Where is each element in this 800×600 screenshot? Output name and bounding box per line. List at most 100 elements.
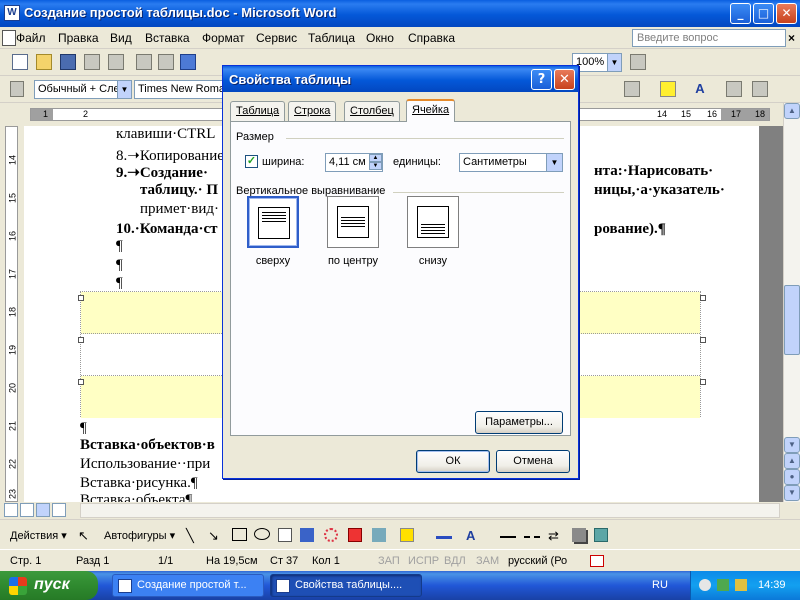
picture-icon[interactable]: [372, 528, 386, 542]
help-icon[interactable]: [630, 54, 646, 70]
cell-handle[interactable]: [700, 379, 706, 385]
arrow-icon[interactable]: ↘: [208, 528, 219, 544]
width-spinner[interactable]: ▲ ▼: [369, 154, 382, 171]
font-color-icon[interactable]: A: [466, 528, 475, 543]
menu-edit[interactable]: Правка: [58, 31, 99, 45]
vertical-scrollbar[interactable]: ▲ ▼ ▲ ● ▼: [783, 103, 800, 502]
highlight-icon[interactable]: [660, 81, 676, 97]
save-icon[interactable]: [60, 54, 76, 70]
rectangle-icon[interactable]: [232, 528, 247, 541]
status-extend[interactable]: ВДЛ: [444, 555, 466, 567]
parameters-button[interactable]: Параметры...: [475, 411, 563, 434]
open-folder-icon[interactable]: [36, 54, 52, 70]
print-preview-icon[interactable]: [158, 54, 174, 70]
word-app-icon[interactable]: W: [4, 5, 20, 21]
fill-color-icon[interactable]: [400, 528, 414, 542]
font-select[interactable]: Times New Roman: [134, 80, 224, 99]
tab-row[interactable]: Строка: [288, 101, 337, 121]
chevron-down-icon[interactable]: ▼: [607, 54, 621, 71]
vertical-ruler[interactable]: 14 15 16 17 18 19 20 21 22 23: [0, 126, 24, 502]
spin-down-icon[interactable]: ▼: [369, 162, 382, 170]
clipart-icon[interactable]: [348, 528, 362, 542]
3d-style-icon[interactable]: [594, 528, 608, 542]
outline-view-icon[interactable]: [52, 503, 66, 517]
chevron-down-icon[interactable]: ▼: [546, 154, 562, 171]
new-document-icon[interactable]: [12, 54, 28, 70]
taskbar-table-properties[interactable]: Свойства таблицы....: [270, 574, 422, 597]
cell-handle[interactable]: [78, 337, 84, 343]
volume-icon[interactable]: [735, 579, 747, 591]
tab-table[interactable]: Таблица: [230, 101, 286, 121]
spelling-icon[interactable]: [180, 54, 196, 70]
menu-insert[interactable]: Вставка: [145, 31, 190, 45]
chevron-down-icon[interactable]: ▼: [117, 81, 131, 98]
cell-handle[interactable]: [78, 295, 84, 301]
spelling-status-icon[interactable]: [590, 555, 604, 567]
superscript-icon[interactable]: [726, 81, 742, 97]
tab-cell[interactable]: Ячейка: [406, 99, 456, 122]
input-language[interactable]: RU: [652, 579, 668, 591]
menu-file[interactable]: Файл: [16, 31, 46, 45]
menu-format[interactable]: Формат: [202, 31, 245, 45]
previous-page-icon[interactable]: ▲: [784, 453, 800, 469]
style-select[interactable]: Обычный + Сле ▼: [34, 80, 132, 99]
width-checkbox[interactable]: ✓: [245, 155, 258, 168]
draw-actions-button[interactable]: Действия ▾: [10, 529, 67, 542]
textbox-icon[interactable]: [278, 528, 292, 542]
select-browse-object-icon[interactable]: ●: [784, 469, 800, 485]
email-icon[interactable]: [108, 54, 124, 70]
horizontal-scrollbar[interactable]: [80, 503, 780, 518]
word-titlebar[interactable]: W Создание простой таблицы.doc - Microso…: [0, 0, 800, 27]
diagram-icon[interactable]: [324, 528, 338, 542]
menu-tools[interactable]: Сервис: [256, 31, 297, 45]
arrow-style-icon[interactable]: ⇄: [548, 528, 559, 544]
line-icon[interactable]: ╲: [186, 528, 194, 544]
scroll-down-icon[interactable]: ▼: [784, 437, 800, 453]
status-track-changes[interactable]: ИСПР: [408, 555, 439, 567]
table-properties-dialog[interactable]: Свойства таблицы ? ✕ Таблица Строка Стол…: [222, 65, 579, 479]
font-color-icon[interactable]: A: [692, 81, 708, 97]
subscript-icon[interactable]: [752, 81, 768, 97]
dash-style-icon[interactable]: [524, 536, 540, 538]
valign-bottom-option[interactable]: [407, 196, 459, 248]
normal-view-icon[interactable]: [4, 503, 18, 517]
help-button[interactable]: ?: [531, 69, 552, 90]
units-select[interactable]: Сантиметры ▼: [459, 153, 563, 172]
tab-column[interactable]: Столбец: [344, 101, 400, 121]
start-button[interactable]: пуск: [0, 571, 98, 600]
line-color-icon[interactable]: [436, 536, 452, 539]
menu-help[interactable]: Справка: [408, 31, 455, 45]
maximize-button[interactable]: □: [753, 3, 774, 24]
status-overtype[interactable]: ЗАМ: [476, 555, 499, 567]
tray-icon[interactable]: [699, 579, 711, 591]
scroll-thumb[interactable]: [784, 285, 800, 355]
taskbar-word-document[interactable]: Создание простой т...: [112, 574, 264, 597]
shadow-style-icon[interactable]: [572, 528, 586, 542]
autoshapes-button[interactable]: Автофигуры ▾: [104, 529, 175, 542]
menu-view[interactable]: Вид: [110, 31, 132, 45]
tray-icon[interactable]: [717, 579, 729, 591]
close-document-icon[interactable]: ×: [788, 31, 795, 45]
zoom-select[interactable]: 100% ▼: [572, 53, 622, 72]
print-icon[interactable]: [136, 54, 152, 70]
valign-top-option[interactable]: [247, 196, 299, 248]
status-record[interactable]: ЗАП: [378, 555, 400, 567]
borders-icon[interactable]: [624, 81, 640, 97]
cell-handle[interactable]: [78, 379, 84, 385]
minimize-button[interactable]: _: [730, 3, 751, 24]
spin-up-icon[interactable]: ▲: [369, 154, 382, 162]
permission-icon[interactable]: [84, 54, 100, 70]
ok-button[interactable]: ОК: [416, 450, 490, 473]
cancel-button[interactable]: Отмена: [496, 450, 570, 473]
web-view-icon[interactable]: [20, 503, 34, 517]
width-input[interactable]: 4,11 см ▲ ▼: [325, 153, 383, 172]
valign-center-option[interactable]: [327, 196, 379, 248]
wordart-icon[interactable]: [300, 528, 314, 542]
dialog-close-button[interactable]: ✕: [554, 69, 575, 90]
cell-handle[interactable]: [700, 337, 706, 343]
menu-window[interactable]: Окно: [366, 31, 394, 45]
document-icon[interactable]: [2, 30, 16, 46]
line-style-icon[interactable]: [500, 536, 516, 538]
close-button[interactable]: ✕: [776, 3, 797, 24]
styles-icon[interactable]: [10, 81, 24, 97]
